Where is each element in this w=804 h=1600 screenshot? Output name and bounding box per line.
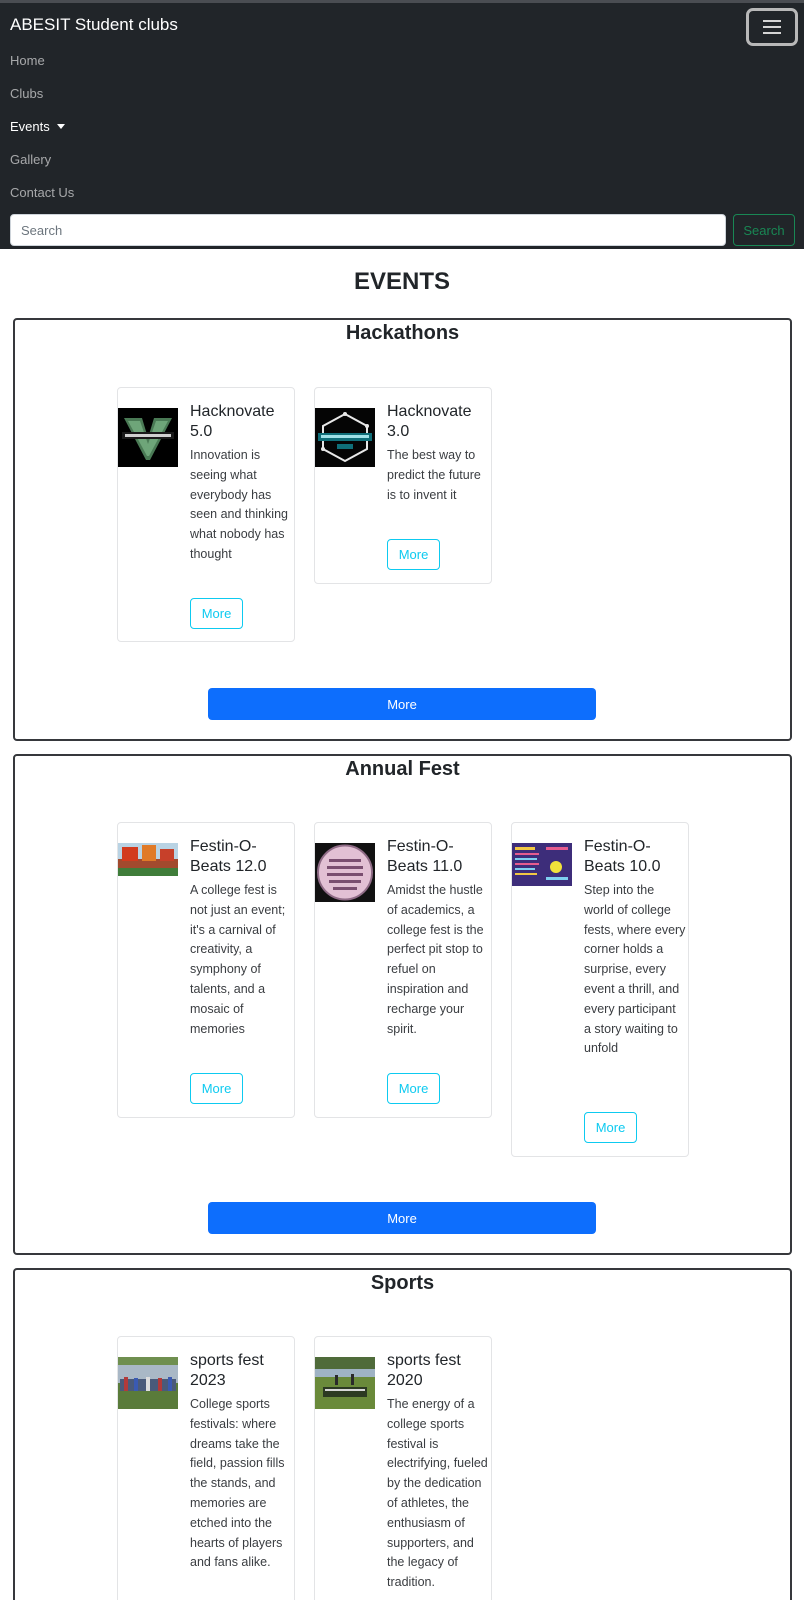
event-card-festin-o-beats-10: Festin-O-Beats 10.0 Step into the world …	[511, 822, 689, 1157]
more-button[interactable]: More	[387, 1073, 440, 1104]
card-text: The energy of a college sports festival …	[387, 1397, 488, 1590]
hamburger-icon	[763, 20, 781, 22]
navbar: ABESIT Student clubs Home Clubs Events G…	[0, 0, 804, 249]
event-image	[118, 843, 178, 876]
section-annual-fest: Annual Fest Festin-O-Beats 12.0 A colleg…	[13, 754, 792, 1255]
section-title: Hackathons	[345, 322, 460, 344]
more-button[interactable]: More	[387, 539, 440, 570]
caret-down-icon	[56, 124, 65, 129]
nav-link-gallery[interactable]: Gallery	[10, 152, 51, 167]
section-hackathons: Hackathons Hacknovate 5.0 Innovation is …	[13, 318, 792, 741]
nav-link-home[interactable]: Home	[10, 53, 45, 68]
event-image	[315, 1357, 375, 1409]
card-title: sports fest 2020	[387, 1352, 461, 1389]
event-card-sports-fest-2023: sports fest 2023 College sports festival…	[117, 1336, 295, 1600]
card-title: Festin-O-Beats 12.0	[190, 838, 267, 875]
card-title: Hacknovate 5.0	[190, 403, 275, 440]
nav-link-clubs[interactable]: Clubs	[10, 86, 43, 101]
more-button[interactable]: More	[584, 1112, 637, 1143]
section-more-button[interactable]: More	[208, 688, 596, 720]
card-text: Step into the world of college fests, wh…	[584, 883, 686, 1056]
nav-link-contact-us[interactable]: Contact Us	[10, 185, 74, 200]
more-button[interactable]: More	[190, 1073, 243, 1104]
card-title: Festin-O-Beats 11.0	[387, 838, 463, 875]
event-image	[118, 1357, 178, 1409]
event-card-festin-o-beats-12: Festin-O-Beats 12.0 A college fest is no…	[117, 822, 295, 1118]
event-image	[118, 408, 178, 467]
card-text: College sports festivals: where dreams t…	[190, 1397, 285, 1570]
section-more-button[interactable]: More	[208, 1202, 596, 1234]
nav-link-events-label: Events	[10, 119, 50, 134]
card-title: sports fest 2023	[190, 1352, 264, 1389]
event-image	[315, 843, 375, 902]
search-button[interactable]: Search	[733, 214, 795, 246]
event-image	[315, 408, 375, 467]
navbar-toggler-button[interactable]	[746, 8, 798, 46]
page-title: EVENTS	[353, 268, 451, 295]
event-card-hacknovate-5: Hacknovate 5.0 Innovation is seeing what…	[117, 387, 295, 642]
event-card-sports-fest-2020: sports fest 2020 The energy of a college…	[314, 1336, 492, 1600]
card-text: The best way to predict the future is to…	[387, 448, 481, 502]
event-card-festin-o-beats-11: Festin-O-Beats 11.0 Amidst the hustle of…	[314, 822, 492, 1118]
card-text: A college fest is not just an event; it'…	[190, 883, 286, 1036]
more-button[interactable]: More	[190, 598, 243, 629]
navbar-brand[interactable]: ABESIT Student clubs	[10, 15, 178, 35]
event-card-hacknovate-3: Hacknovate 3.0 The best way to predict t…	[314, 387, 492, 584]
event-image	[512, 843, 572, 886]
card-title: Festin-O-Beats 10.0	[584, 838, 661, 875]
card-title: Hacknovate 3.0	[387, 403, 472, 440]
section-title: Sports	[370, 1272, 435, 1294]
card-text: Innovation is seeing what everybody has …	[190, 448, 288, 561]
section-sports: Sports sports fest 2023 College sports f…	[13, 1268, 792, 1600]
section-title: Annual Fest	[345, 758, 460, 780]
card-text: Amidst the hustle of academics, a colleg…	[387, 883, 484, 1036]
nav-link-events-dropdown[interactable]: Events	[10, 119, 65, 134]
search-input[interactable]	[10, 214, 726, 246]
